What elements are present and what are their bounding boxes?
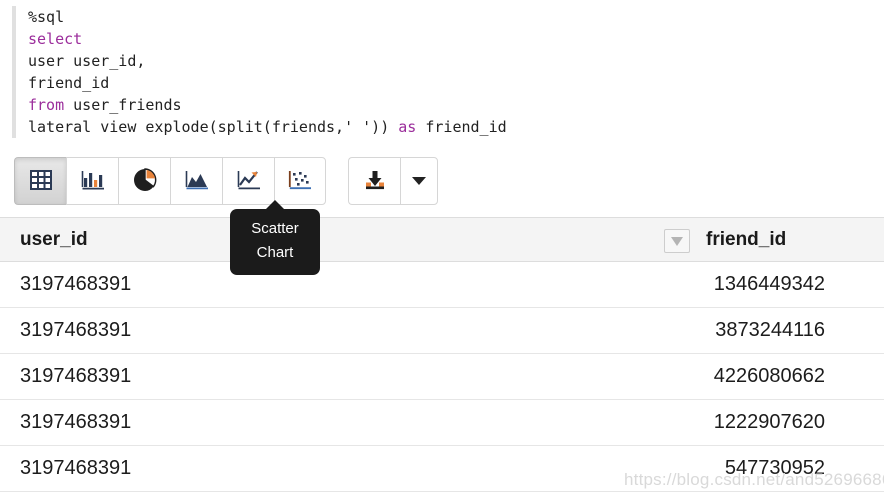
code-token: user_friends <box>64 96 182 114</box>
cell-user-id: 3197468391 <box>20 411 132 433</box>
code-line-5: from user_friends <box>28 94 872 116</box>
download-icon <box>363 169 387 194</box>
code-line-6: lateral view explode(split(friends,' '))… <box>28 116 872 138</box>
sql-code-editor[interactable]: %sql select user user_id, friend_id from use… <box>12 6 872 138</box>
chart-type-button-group <box>14 157 326 205</box>
caret-down-icon <box>412 177 426 185</box>
code-token: from <box>28 96 65 114</box>
notebook-paragraph: %sql select user user_id, friend_id from use… <box>0 0 884 502</box>
table-row[interactable]: 3197468391 1346449342 <box>0 262 884 308</box>
code-line-2: select <box>28 28 872 50</box>
cell-friend-id: 3873244116 <box>715 319 825 341</box>
code-token: as <box>398 118 417 136</box>
table-icon <box>29 169 52 193</box>
scatter-chart-icon <box>288 169 312 194</box>
table-body: 3197468391 1346449342 3197468391 3873244116… <box>0 262 884 492</box>
download-button[interactable] <box>348 157 400 205</box>
download-dropdown-button[interactable] <box>400 157 438 205</box>
code-line-1: %sql <box>28 6 872 28</box>
table-row[interactable]: 3197468391 4226080662 <box>0 354 884 400</box>
pie-chart-icon <box>133 167 157 195</box>
line-chart-button[interactable] <box>222 157 274 205</box>
cell-friend-id: 1346449342 <box>713 273 825 295</box>
cell-friend-id: 547730952 <box>724 457 825 479</box>
code-token: select <box>28 30 83 48</box>
scatter-chart-tooltip: Scatter Chart <box>230 200 320 275</box>
cell-user-id: 3197468391 <box>20 457 132 479</box>
result-visualization-toolbar <box>14 157 438 205</box>
area-chart-button[interactable] <box>170 157 222 205</box>
line-chart-icon <box>237 169 261 194</box>
code-token: user user_id, <box>28 52 146 70</box>
table-row[interactable]: 3197468391 1222907620 <box>0 400 884 446</box>
scatter-chart-button[interactable] <box>274 157 326 205</box>
filter-triangle-icon <box>671 236 683 246</box>
tooltip-line-1: Scatter <box>251 220 299 237</box>
cell-user-id: 3197468391 <box>20 273 132 295</box>
tooltip-line-2: Chart <box>256 244 294 261</box>
code-token: friend_id <box>28 74 110 92</box>
code-token: lateral view explode(split(friends,' ')) <box>28 118 399 136</box>
area-chart-icon <box>185 169 209 194</box>
cell-user-id: 3197468391 <box>20 319 132 341</box>
table-row[interactable]: 3197468391 3873244116 <box>0 308 884 354</box>
code-token: friend_id <box>416 118 507 136</box>
download-button-group <box>348 157 438 205</box>
results-table: user_id friend_id 3197468391 1346449342 31… <box>0 217 884 492</box>
table-view-button[interactable] <box>14 157 66 205</box>
cell-user-id: 3197468391 <box>20 365 132 387</box>
cell-friend-id: 1222907620 <box>713 411 825 433</box>
column-header-user-id[interactable]: user_id <box>20 229 88 251</box>
table-row[interactable]: 3197468391 547730952 <box>0 446 884 492</box>
pie-chart-button[interactable] <box>118 157 170 205</box>
code-line: %sql select user user_id, friend_id from use… <box>28 6 872 138</box>
code-line-3: user user_id, <box>28 50 872 72</box>
bar-chart-button[interactable] <box>66 157 118 205</box>
bar-chart-icon <box>81 169 105 194</box>
column-filter-button[interactable] <box>664 229 690 253</box>
code-line-4: friend_id <box>28 72 872 94</box>
column-header-friend-id[interactable]: friend_id <box>706 229 786 251</box>
table-header-row: user_id friend_id <box>0 217 884 262</box>
code-token: %sql <box>28 8 65 26</box>
tooltip-arrow-icon <box>266 200 284 209</box>
cell-friend-id: 4226080662 <box>713 365 825 387</box>
